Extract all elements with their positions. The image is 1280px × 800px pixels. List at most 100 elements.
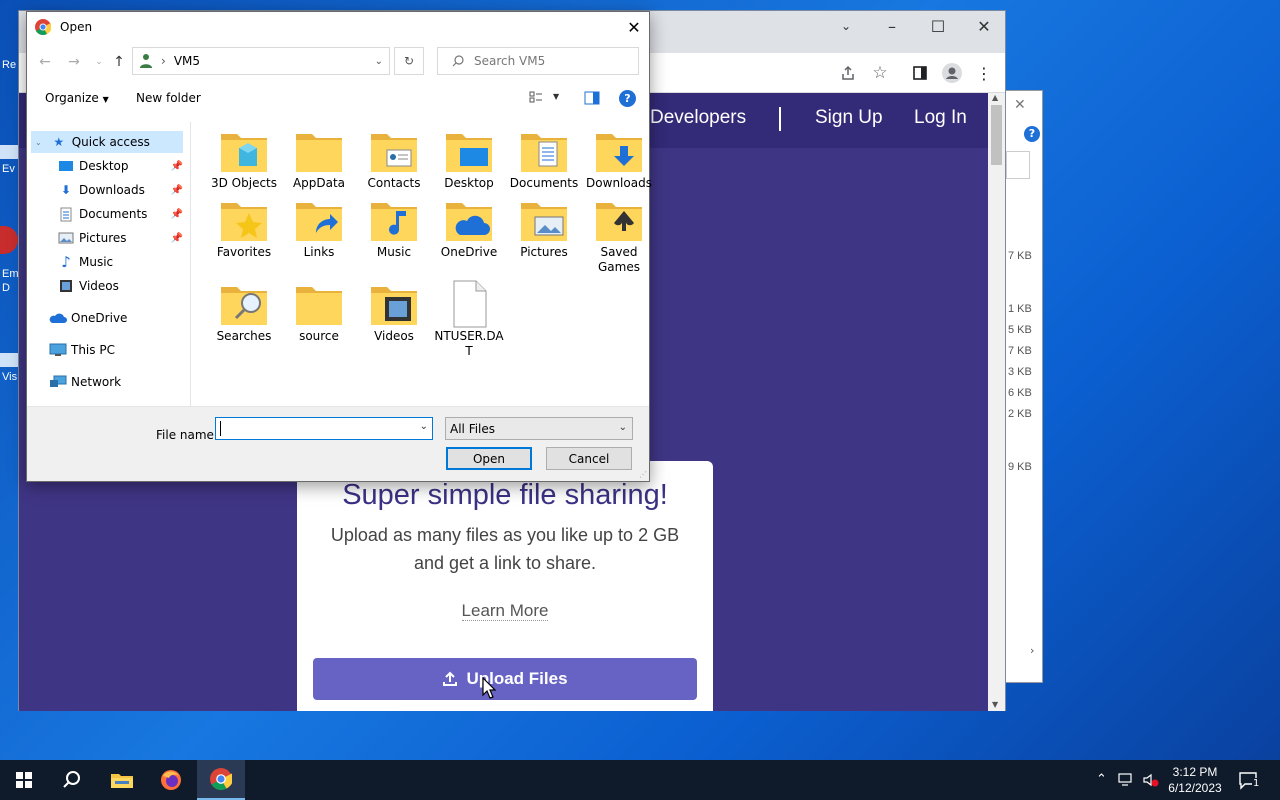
nav-divider [779,107,781,131]
open-button[interactable]: Open [446,447,532,470]
start-button[interactable] [0,760,48,800]
address-bar[interactable]: › VM5 ⌄ [132,47,390,75]
file-item[interactable]: Pictures [507,195,581,260]
desktop-edge-icon-3[interactable] [0,353,18,367]
nav-onedrive[interactable]: OneDrive [27,307,183,329]
maximize-icon[interactable]: ☐ [915,11,961,41]
view-options-icon[interactable] [529,91,543,103]
minimize-icon[interactable]: – [869,11,915,41]
forward-arrow-icon[interactable]: → [64,52,84,72]
dialog-titlebar[interactable]: Open ✕ [27,12,649,42]
new-folder-button[interactable]: New folder [136,91,201,105]
pin-icon[interactable]: 📌 [171,209,183,220]
help-icon[interactable]: ? [619,90,636,107]
search-input[interactable]: Search VM5 [437,47,639,75]
organize-button[interactable]: Organize ▼ [45,91,109,105]
partial-input[interactable] [1006,151,1030,179]
file-item[interactable]: Saved Games [582,195,656,275]
notification-center-icon[interactable]: 1 [1238,770,1261,790]
background-window[interactable]: ✕ ? 7 KB 1 KB 5 KB 7 KB 3 KB 6 KB 2 KB 9… [1005,90,1043,683]
chevron-down-icon: ⌄ [35,137,42,147]
tab-search-icon[interactable]: ⌄ [823,11,869,41]
file-item[interactable]: Contacts [357,126,431,191]
nav-quick-access[interactable]: ⌄ ★ Quick access [31,131,183,153]
nav-item-pictures[interactable]: Pictures 📌 [27,227,183,249]
file-item[interactable]: source [282,279,356,344]
desktop-edge-icon[interactable] [0,145,18,159]
file-item[interactable]: Links [282,195,356,260]
file-type-select[interactable]: All Files ⌄ [445,417,633,440]
profile-avatar-icon[interactable] [940,61,964,85]
scroll-thumb[interactable] [991,105,1002,165]
scroll-up-icon[interactable]: ▲ [992,93,998,102]
pin-icon[interactable]: 📌 [171,233,183,244]
file-item[interactable]: Videos [357,279,431,344]
pane-divider[interactable] [190,122,191,407]
page-scrollbar[interactable]: ▲ ▼ [988,93,1005,711]
file-name-input[interactable]: ⌄ [215,417,433,440]
view-dropdown-icon[interactable]: ▼ [553,92,559,101]
file-explorer-button[interactable] [98,760,146,800]
pin-icon[interactable]: 📌 [171,185,183,196]
volume-muted-icon[interactable] [1142,772,1160,788]
nav-item-documents[interactable]: Documents 📌 [27,203,183,225]
file-item[interactable]: NTUSER.DAT [432,279,506,359]
file-item[interactable]: Desktop [432,126,506,191]
chrome-button[interactable] [197,760,245,800]
nav-item-desktop[interactable]: Desktop 📌 [27,155,183,177]
desktop-icon-label-2[interactable]: Ev [2,163,15,175]
firefox-button[interactable] [147,760,195,800]
folder-searches-icon [219,279,269,329]
chevron-right-icon[interactable]: › [1030,644,1034,657]
desktop-edge-icon-red[interactable] [0,226,18,254]
file-item[interactable]: Favorites [207,195,281,260]
file-item[interactable]: Music [357,195,431,260]
desktop-icon-label-4[interactable]: Vis [2,371,17,383]
file-size: 7 KB [1008,250,1032,262]
up-arrow-icon[interactable]: ↑ [109,52,129,72]
file-item[interactable]: 3D Objects [207,126,281,191]
preview-pane-icon[interactable] [584,91,600,105]
resize-grip-icon[interactable]: ⋰ [639,470,647,479]
nav-this-pc[interactable]: This PC [27,339,183,361]
file-item[interactable]: Downloads [582,126,656,191]
back-arrow-icon[interactable]: ← [35,52,55,72]
nav-item-videos[interactable]: Videos [27,275,183,297]
desktop-icon-label-3[interactable]: Em D [2,267,19,295]
scroll-down-icon[interactable]: ▼ [992,700,998,709]
recent-locations-chevron-icon[interactable]: ⌄ [89,52,109,72]
close-icon[interactable]: ✕ [619,12,649,42]
network-tray-icon[interactable] [1118,772,1136,788]
file-item[interactable]: Documents [507,126,581,191]
nav-network[interactable]: Network [27,371,183,393]
file-item[interactable]: Searches [207,279,281,344]
side-panel-icon[interactable] [908,61,932,85]
file-item[interactable]: OneDrive [432,195,506,260]
show-hidden-icons-chevron-icon[interactable]: ⌃ [1096,772,1107,787]
search-button[interactable] [48,760,96,800]
pin-icon[interactable]: 📌 [171,161,183,172]
chevron-down-icon: ▼ [102,95,109,104]
menu-kebab-icon[interactable]: ⋮ [972,61,996,85]
nav-login[interactable]: Log In [914,107,967,129]
upload-files-button[interactable]: Upload Files [313,658,697,700]
nav-item-downloads[interactable]: ⬇ Downloads 📌 [27,179,183,201]
firefox-icon [160,769,182,791]
close-icon[interactable]: ✕ [1014,97,1026,113]
chevron-down-icon[interactable]: ⌄ [420,421,428,432]
help-icon[interactable]: ? [1024,126,1040,142]
bookmark-star-icon[interactable]: ☆ [868,61,892,85]
refresh-button[interactable]: ↻ [394,47,424,75]
nav-item-music[interactable]: ♪ Music [27,251,183,273]
desktop-icon-label-1[interactable]: Re [2,59,16,71]
file-item[interactable]: AppData [282,126,356,191]
address-dropdown-icon[interactable]: ⌄ [375,56,383,67]
close-icon[interactable]: ✕ [961,11,1007,41]
system-clock[interactable]: 3:12 PM 6/12/2023 [1162,764,1228,796]
address-location[interactable]: VM5 [174,54,200,68]
learn-more-link[interactable]: Learn More [461,601,549,621]
share-icon[interactable] [836,61,860,85]
nav-signup[interactable]: Sign Up [815,107,883,129]
cancel-button[interactable]: Cancel [546,447,632,470]
nav-developers[interactable]: Developers [650,107,746,129]
